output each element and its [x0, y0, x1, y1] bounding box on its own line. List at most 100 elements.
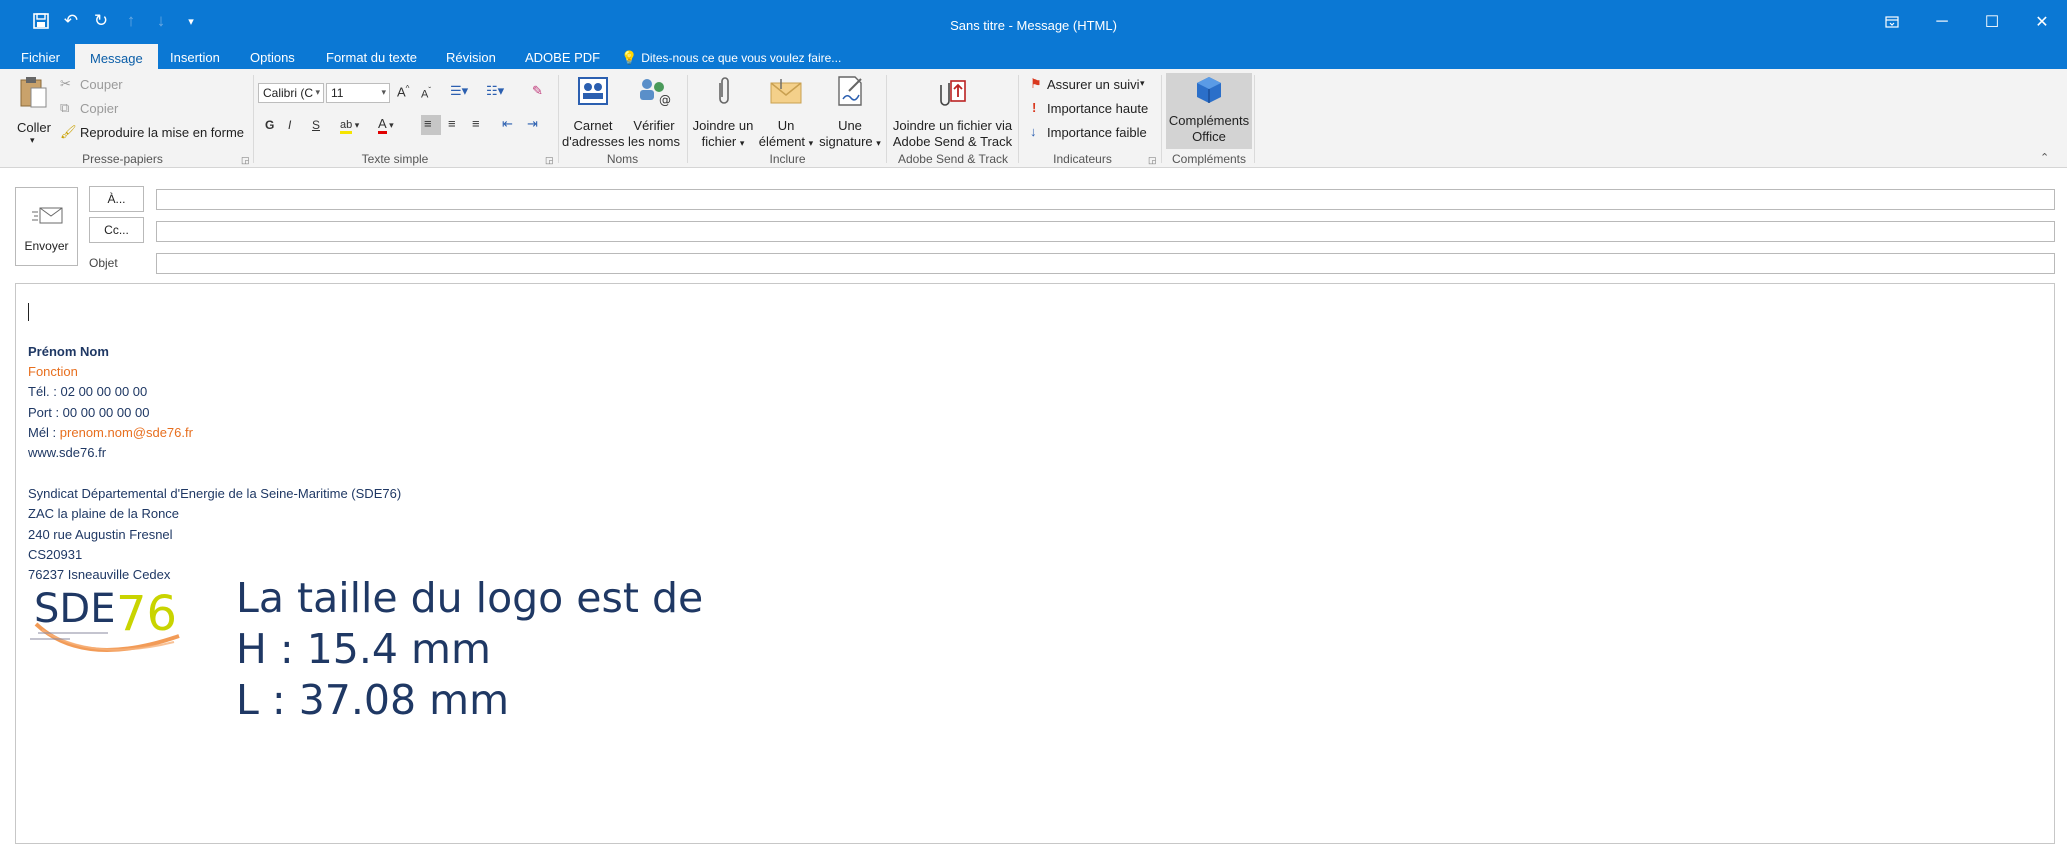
send-button[interactable]: Envoyer — [15, 187, 78, 266]
signature-label-1: Une — [838, 118, 862, 133]
separator — [1018, 75, 1019, 163]
subject-field[interactable] — [156, 253, 2055, 274]
attach-file-label-2: fichier — [701, 134, 737, 149]
signature-address-3: CS20931 — [28, 547, 83, 562]
address-book-button[interactable]: Carnet d'adresses — [562, 74, 624, 152]
ribbon-tabs: Fichier Message Insertion Options Format… — [0, 44, 2067, 70]
cc-field[interactable] — [156, 221, 2055, 242]
attach-file-label: Joindre un fichier ▾ — [690, 118, 756, 151]
separator — [1254, 75, 1255, 163]
low-importance-label: Importance faible — [1047, 125, 1147, 140]
tell-me-box[interactable]: 💡 Dites-nous ce que vous voulez faire... — [621, 50, 841, 66]
attach-file-button[interactable]: Joindre un fichier ▾ — [690, 74, 756, 152]
title-bar: ↶ ↻ ↑ ↓ ▾ Sans titre - Message (HTML) ─ … — [0, 0, 2067, 47]
close-icon[interactable]: ✕ — [2017, 0, 2067, 44]
grow-font-icon[interactable]: A^ — [397, 84, 409, 99]
logo-size-note-line-3: L : 37.08 mm — [236, 676, 510, 724]
highlight-icon[interactable]: ab ▾ — [340, 116, 359, 134]
logo-size-note-line-1: La taille du logo est de — [236, 574, 704, 622]
italic-button[interactable]: I — [288, 118, 291, 132]
tab-format-du-texte[interactable]: Format du texte — [326, 50, 417, 65]
clipboard-launcher-icon[interactable]: ◲ — [241, 155, 250, 166]
numbering-icon[interactable]: ☷▾ — [486, 83, 504, 99]
tab-insertion[interactable]: Insertion — [170, 50, 220, 65]
cut-button[interactable]: ✂ Couper — [60, 76, 130, 94]
chevron-down-icon: ▾ — [808, 138, 814, 148]
address-book-icon — [575, 74, 611, 108]
align-center-icon[interactable]: ≡ — [448, 116, 456, 131]
font-size-combo[interactable]: 11 ▾ — [326, 83, 390, 103]
tab-revision[interactable]: Révision — [446, 50, 496, 65]
message-body-editor[interactable]: Prénom Nom Fonction Tél. : 02 00 00 00 0… — [15, 283, 2055, 844]
check-names-button[interactable]: @ Vérifier les noms — [624, 74, 684, 152]
group-label-addins: Compléments — [1171, 152, 1247, 166]
font-size-value: 11 — [331, 86, 344, 100]
signature-address-1: ZAC la plaine de la Ronce — [28, 506, 180, 521]
signature-label: Une signature ▾ — [816, 118, 884, 151]
signature-mel: Mél : prenom.nom@sde76.fr — [28, 425, 193, 440]
tab-adobe-pdf[interactable]: ADOBE PDF — [525, 50, 600, 65]
signature-email-link[interactable]: prenom.nom@sde76.fr — [60, 425, 193, 440]
minimize-icon[interactable]: ─ — [1917, 0, 1967, 44]
follow-up-button[interactable]: ⚑ Assurer un suivi ▾ — [1030, 76, 1150, 94]
office-store-icon — [1191, 73, 1227, 107]
tab-message[interactable]: Message — [75, 44, 158, 70]
signature-label-2: signature — [819, 134, 873, 149]
group-label-include: Inclure — [769, 152, 806, 166]
attach-item-button[interactable]: Un élément ▾ — [756, 74, 816, 152]
signature-function: Fonction — [28, 364, 78, 379]
paste-button[interactable]: Coller ▾ — [14, 75, 54, 155]
align-right-icon[interactable]: ≡ — [472, 116, 480, 131]
signature-button[interactable]: Une signature ▾ — [816, 74, 884, 152]
tags-launcher-icon[interactable]: ◲ — [1148, 155, 1157, 166]
follow-up-label: Assurer un suivi — [1047, 77, 1140, 92]
separator — [687, 75, 688, 163]
bullets-icon[interactable]: ☰▾ — [450, 83, 468, 99]
cc-button[interactable]: Cc... — [89, 217, 144, 243]
decrease-indent-icon[interactable]: ⇤ — [502, 116, 513, 132]
signature-tel: Tél. : 02 00 00 00 00 — [28, 384, 148, 399]
maximize-icon[interactable]: ☐ — [1967, 0, 2017, 44]
basic-text-launcher-icon[interactable]: ◲ — [545, 155, 554, 166]
send-label: Envoyer — [24, 239, 69, 253]
clear-formatting-icon[interactable]: ✎ — [532, 83, 543, 99]
paste-icon — [16, 75, 52, 109]
ribbon-display-icon[interactable] — [1867, 0, 1917, 44]
font-color-icon[interactable]: A ▾ — [378, 116, 394, 134]
group-label-tags: Indicateurs — [1053, 152, 1112, 166]
high-importance-label: Importance haute — [1047, 101, 1149, 116]
chevron-down-icon: ▾ — [315, 87, 320, 97]
increase-indent-icon[interactable]: ⇥ — [527, 116, 538, 132]
underline-button[interactable]: S — [312, 118, 320, 132]
to-button[interactable]: À... — [89, 186, 144, 212]
attach-item-label-1: Un — [777, 118, 795, 133]
align-left-icon[interactable]: ≡ — [424, 116, 432, 131]
signature-icon — [832, 74, 868, 108]
signature-mel-label: Mél : — [28, 425, 60, 440]
svg-text:@: @ — [659, 93, 671, 106]
attach-file-label-1: Joindre un — [692, 118, 754, 133]
signature-name: Prénom Nom — [28, 344, 109, 359]
shrink-font-icon[interactable]: Aˇ — [421, 86, 431, 101]
to-field[interactable] — [156, 189, 2055, 210]
envelope-item-icon — [768, 74, 804, 108]
copy-button[interactable]: ⧉ Copier — [60, 100, 130, 118]
adobe-send-track-button[interactable]: Joindre un fichier via Adobe Send & Trac… — [890, 74, 1015, 152]
group-label-adobe: Adobe Send & Track — [897, 152, 1009, 166]
bold-button[interactable]: G — [265, 118, 274, 132]
signature-organization: Syndicat Départemental d'Energie de la S… — [28, 486, 402, 501]
high-importance-button[interactable]: ! Importance haute — [1030, 100, 1160, 118]
paste-label: Coller — [17, 120, 51, 135]
tab-fichier[interactable]: Fichier — [21, 50, 60, 65]
low-importance-button[interactable]: ↓ Importance faible — [1030, 124, 1160, 142]
collapse-ribbon-icon[interactable]: ⌃ — [2040, 151, 2049, 164]
logo-size-note-line-2: H : 15.4 mm — [236, 625, 491, 673]
font-name-combo[interactable]: Calibri (C ▾ — [258, 83, 324, 103]
office-addins-button[interactable]: Compléments Office — [1166, 73, 1252, 149]
format-painter-button[interactable]: 🖌 Reproduire la mise en forme — [60, 124, 245, 142]
signature-website[interactable]: www.sde76.fr — [28, 445, 106, 460]
signature-address-4: 76237 Isneauville Cedex — [28, 567, 171, 582]
send-envelope-icon — [32, 206, 64, 229]
chevron-down-icon: ▾ — [876, 138, 881, 148]
tab-options[interactable]: Options — [250, 50, 295, 65]
